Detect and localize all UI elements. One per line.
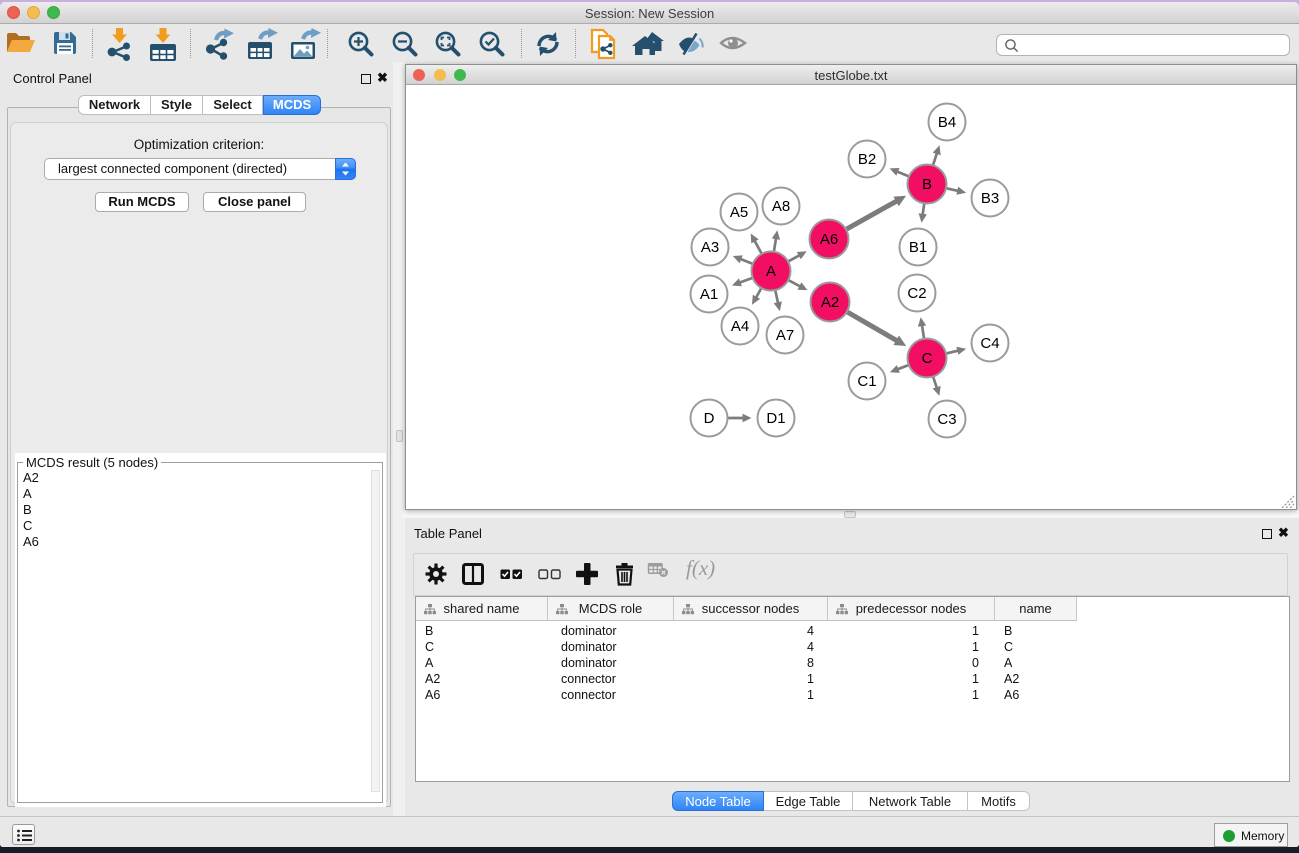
svg-text:B2: B2	[858, 151, 876, 168]
svg-text:A7: A7	[776, 327, 794, 344]
svg-text:B1: B1	[909, 239, 927, 256]
svg-text:C1: C1	[857, 373, 876, 390]
svg-text:A6: A6	[820, 231, 838, 248]
svg-text:B4: B4	[938, 114, 956, 131]
svg-text:A: A	[766, 263, 776, 280]
svg-text:C4: C4	[980, 335, 999, 352]
svg-text:A3: A3	[701, 239, 719, 256]
svg-text:D: D	[704, 410, 715, 427]
svg-text:A4: A4	[731, 318, 749, 335]
svg-text:B: B	[922, 176, 932, 193]
svg-text:f(x): f(x)	[686, 558, 715, 580]
svg-text:A5: A5	[730, 204, 748, 221]
svg-text:C2: C2	[907, 285, 926, 302]
svg-text:B3: B3	[981, 190, 999, 207]
svg-text:D1: D1	[766, 410, 785, 427]
svg-text:C3: C3	[937, 411, 956, 428]
svg-text:A8: A8	[772, 198, 790, 215]
svg-text:A2: A2	[821, 294, 839, 311]
svg-text:C: C	[922, 350, 933, 367]
svg-text:A1: A1	[700, 286, 718, 303]
